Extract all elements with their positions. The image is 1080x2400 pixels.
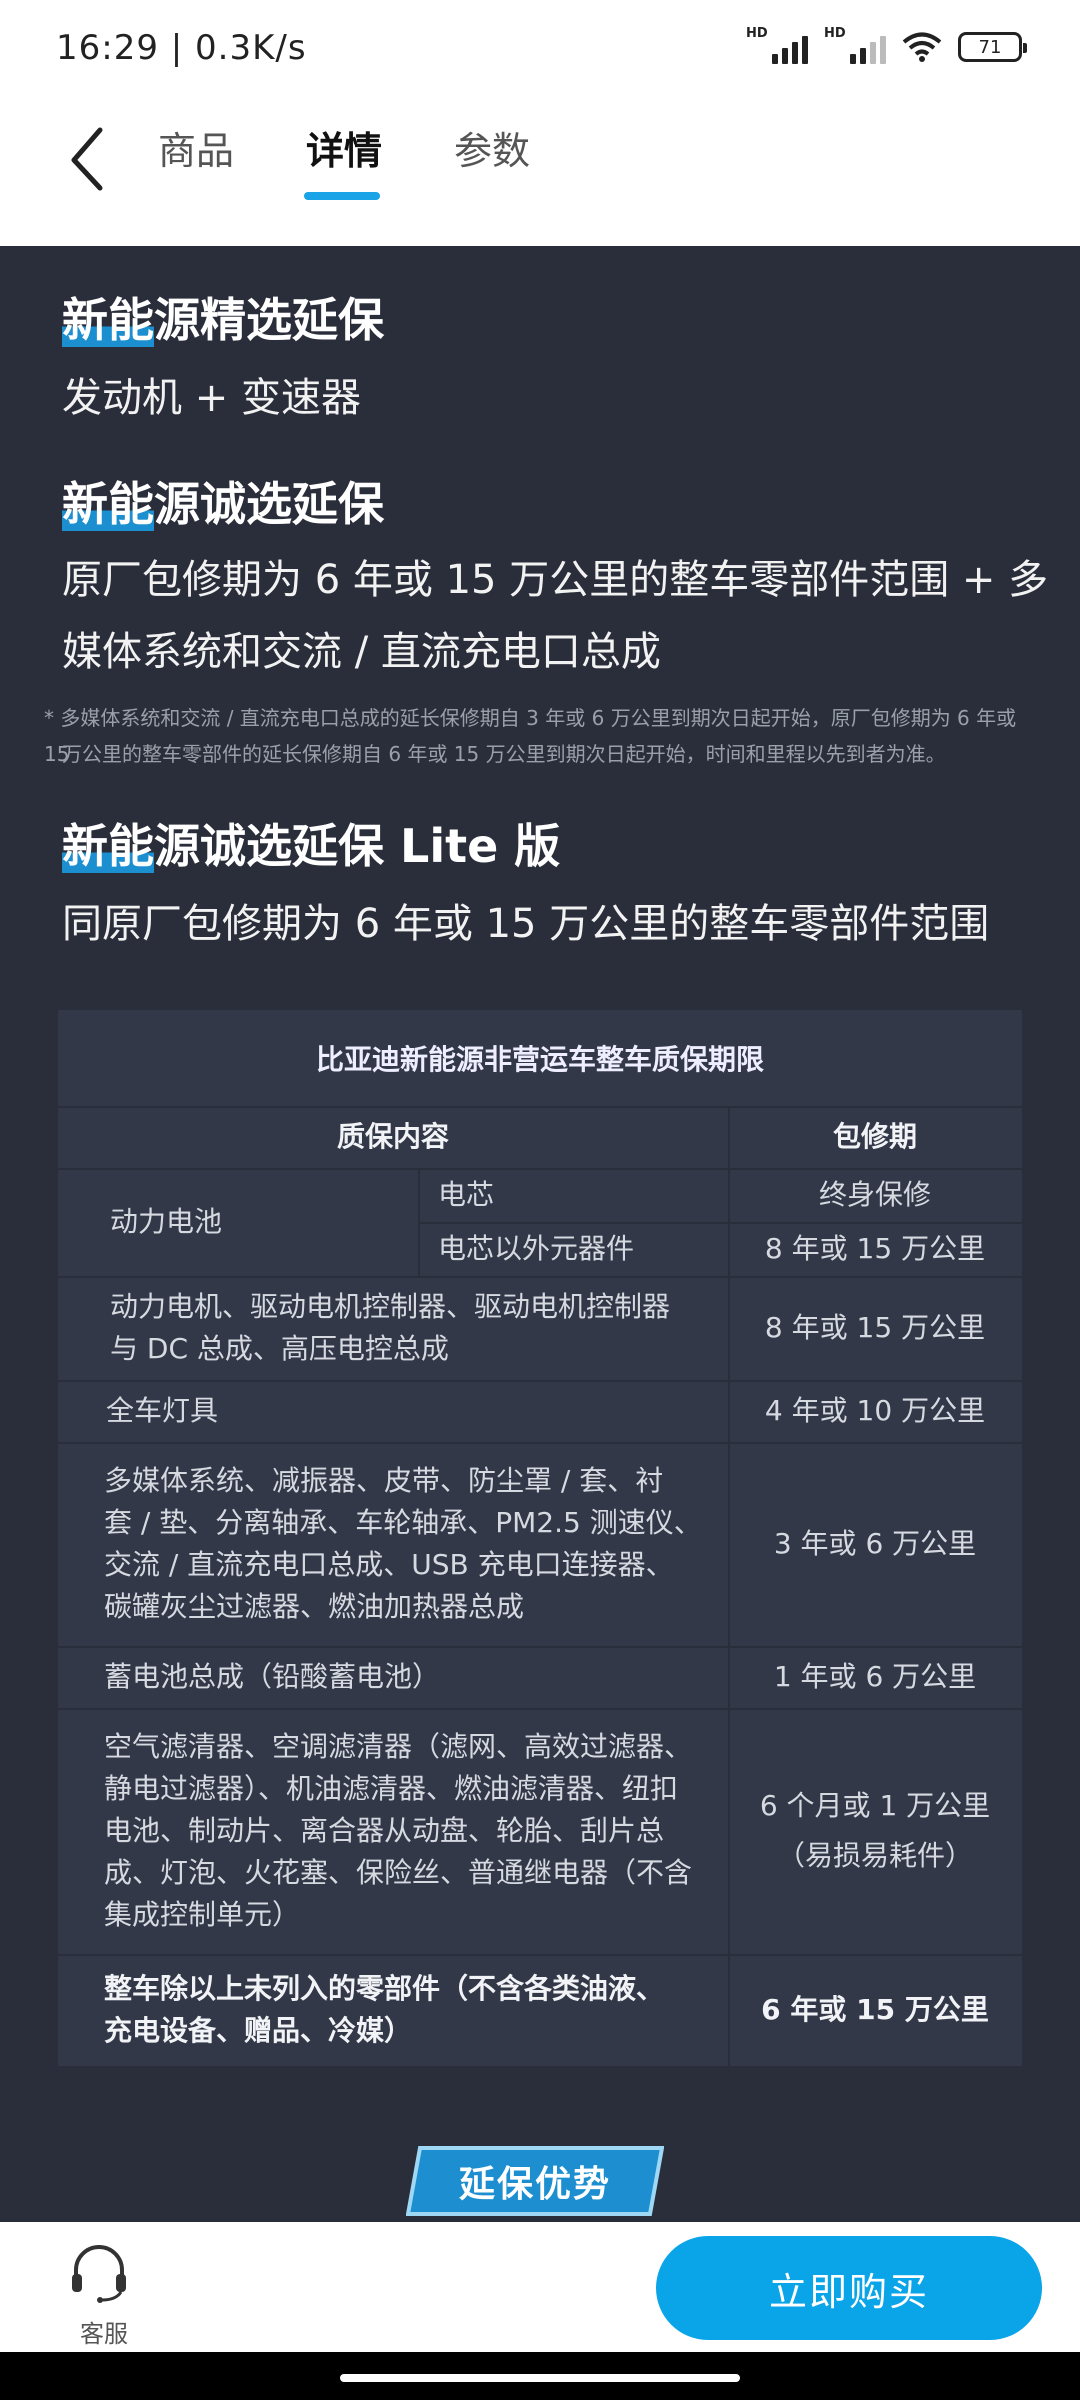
battery-icon: 71 [958, 32, 1027, 62]
table-row: 电芯 [438, 1178, 495, 1211]
warranty-table: 比亚迪新能源非营运车整车质保期限 质保内容 包修期 动力电池 电芯 终身保修 电… [58, 1010, 1022, 2066]
table-title: 比亚迪新能源非营运车整车质保期限 [58, 1010, 1022, 1108]
table-row-period: 3 年或 6 万公里 [773, 1527, 977, 1560]
status-icons: HD HD 71 [746, 26, 1027, 64]
system-nav-bar [0, 2352, 1080, 2400]
table-row: 空气滤清器、空调滤清器（滤网、高效过滤器、 静电过滤器）、机油滤清器、燃油滤清器… [104, 1730, 693, 1931]
active-tab-indicator [304, 192, 380, 200]
table-row-period: 6 个月或 1 万公里 （易损易耗件） [759, 1789, 991, 1872]
top-nav: 商品 详情 参数 [0, 100, 1080, 246]
tab-goods[interactable]: 商品 [158, 120, 234, 175]
table-row-period: 8 年或 15 万公里 [764, 1232, 986, 1265]
buy-now-button[interactable]: 立即购买 [656, 2236, 1042, 2340]
table-row: 全车灯具 [106, 1394, 219, 1427]
tab-params[interactable]: 参数 [454, 120, 530, 175]
table-header-content: 质保内容 [336, 1120, 449, 1153]
section-title-1: 新能源精选延保 [62, 293, 384, 347]
section-body-2-line2: 媒体系统和交流 / 直流充电口总成 [62, 629, 661, 675]
tab-details[interactable]: 详情 [306, 120, 382, 175]
table-row-period: 8 年或 15 万公里 [764, 1311, 986, 1344]
signal-icon-2: HD [824, 26, 886, 64]
section-body-3: 同原厂包修期为 6 年或 15 万公里的整车零部件范围 [62, 901, 990, 947]
status-bar: 16:29 | 0.3K/s HD HD 71 [0, 0, 1080, 100]
extended-warranty-advantage-badge: 延保优势 [406, 2146, 664, 2216]
table-row: 多媒体系统、减振器、皮带、防尘罩 / 套、衬 套 / 垫、分离轴承、车轮轴承、P… [104, 1464, 702, 1623]
table-row-period: 终身保修 [818, 1178, 931, 1211]
section-title-2: 新能源诚选延保 [62, 477, 384, 531]
section-body-1: 发动机 + 变速器 [62, 375, 361, 421]
table-row-period: 6 年或 15 万公里 [761, 1993, 989, 2026]
bottom-action-bar: 客服 立即购买 [0, 2222, 1080, 2352]
customer-service-label[interactable]: 客服 [54, 2314, 154, 2349]
headset-icon[interactable] [66, 2240, 132, 2306]
home-indicator[interactable] [340, 2374, 740, 2382]
detail-content: 新能源精选延保 发动机 + 变速器 新能源诚选延保 原厂包修期为 6 年或 15… [0, 246, 1080, 2222]
table-row-period: 4 年或 10 万公里 [764, 1394, 986, 1427]
table-header-period: 包修期 [832, 1120, 917, 1153]
back-arrow-icon[interactable] [60, 116, 120, 196]
battery-group-label: 动力电池 [110, 1205, 223, 1238]
section-body-2-line1: 原厂包修期为 6 年或 15 万公里的整车零部件范围 + 多 [62, 557, 1049, 603]
signal-icon: HD [746, 26, 808, 64]
status-time: 16:29 | 0.3K/s [56, 28, 307, 68]
table-row: 电芯以外元器件 [438, 1232, 635, 1265]
wifi-icon [902, 32, 942, 62]
table-row-period: 1 年或 6 万公里 [773, 1660, 977, 1693]
table-row: 蓄电池总成（铅酸蓄电池） [104, 1660, 441, 1693]
footnote-line2: 万公里的整车零部件的延长保修期自 6 年或 15 万公里到期次日起开始，时间和里… [62, 742, 946, 766]
table-row: 动力电机、驱动电机控制器、驱动电机控制器 与 DC 总成、高压电控总成 [110, 1290, 671, 1365]
section-title-3: 新能源诚选延保 Lite 版 [62, 819, 561, 873]
table-row: 整车除以上未列入的零部件（不含各类油液、 充电设备、赠品、冷媒） [104, 1972, 665, 2047]
